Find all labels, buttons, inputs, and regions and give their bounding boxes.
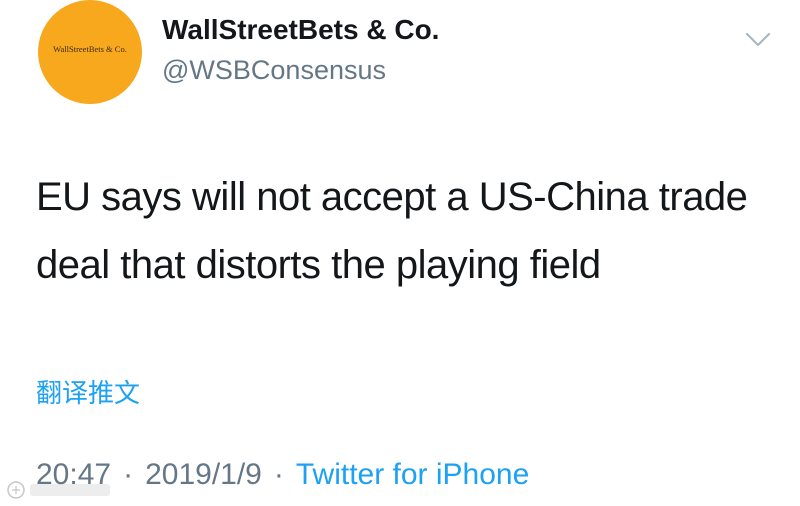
watermark-logo bbox=[7, 481, 110, 499]
display-name[interactable]: WallStreetBets & Co. bbox=[162, 14, 439, 46]
separator-dot: · bbox=[123, 458, 134, 491]
user-handle[interactable]: @WSBConsensus bbox=[162, 55, 386, 86]
avatar-label: WallStreetBets & Co. bbox=[53, 44, 127, 54]
tweet-source-link[interactable]: Twitter for iPhone bbox=[296, 458, 529, 492]
chevron-down-icon[interactable] bbox=[744, 28, 772, 50]
translate-tweet-link[interactable]: 翻译推文 bbox=[36, 373, 140, 410]
tweet-text: EU says will not accept a US-China trade… bbox=[36, 175, 748, 287]
avatar[interactable]: WallStreetBets & Co. bbox=[38, 0, 142, 104]
separator-dot: · bbox=[273, 458, 284, 491]
tweet-date: 2019/1/9 bbox=[145, 458, 262, 491]
